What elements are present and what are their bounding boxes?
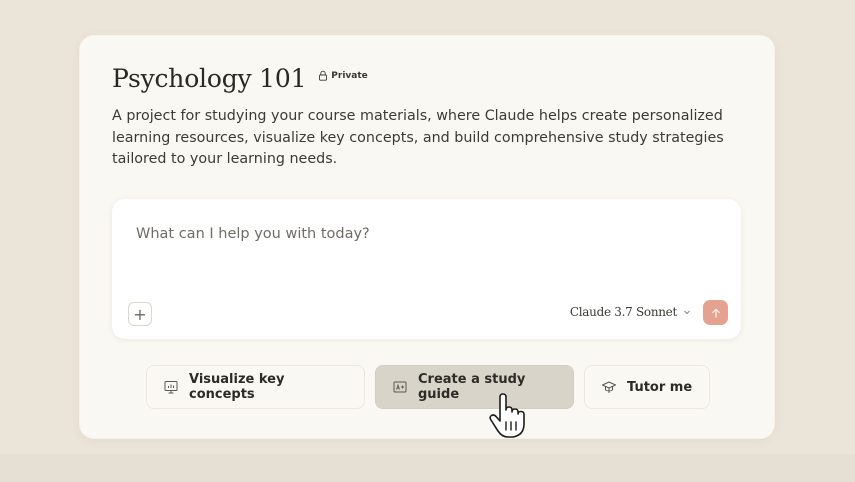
quick-actions: Visualize key concepts Create a study gu… bbox=[146, 365, 710, 409]
page-title: Psychology 101 bbox=[112, 64, 307, 93]
private-badge: Private bbox=[318, 70, 368, 81]
action-label: Visualize key concepts bbox=[189, 372, 285, 402]
lock-icon bbox=[319, 70, 328, 81]
presentation-chart-icon bbox=[164, 381, 178, 394]
chat-composer: + Claude 3.7 Sonnet bbox=[112, 199, 741, 339]
project-description: A project for studying your course mater… bbox=[112, 108, 724, 167]
model-selector[interactable]: Claude 3.7 Sonnet bbox=[570, 305, 691, 319]
study-guide-icon bbox=[393, 381, 407, 393]
graduation-cap-icon bbox=[602, 381, 616, 393]
tutor-me-button[interactable]: Tutor me bbox=[584, 365, 710, 409]
project-card: Psychology 101 Private A project for stu… bbox=[80, 36, 774, 438]
hand-pointer-cursor-icon bbox=[489, 393, 525, 438]
page-bottom-band bbox=[0, 454, 855, 482]
plus-icon: + bbox=[133, 304, 147, 324]
create-study-guide-button[interactable]: Create a study guide bbox=[375, 365, 574, 409]
arrow-up-icon bbox=[711, 308, 720, 318]
chevron-down-icon bbox=[684, 310, 690, 315]
send-button[interactable] bbox=[703, 300, 728, 325]
action-label: Tutor me bbox=[627, 379, 693, 395]
visualize-key-concepts-button[interactable]: Visualize key concepts bbox=[146, 365, 365, 409]
title-row: Psychology 101 Private bbox=[112, 64, 368, 93]
private-label: Private bbox=[331, 70, 368, 81]
model-name: Claude 3.7 Sonnet bbox=[569, 305, 677, 319]
add-attachment-button[interactable]: + bbox=[128, 302, 152, 326]
chat-input[interactable] bbox=[134, 219, 718, 249]
